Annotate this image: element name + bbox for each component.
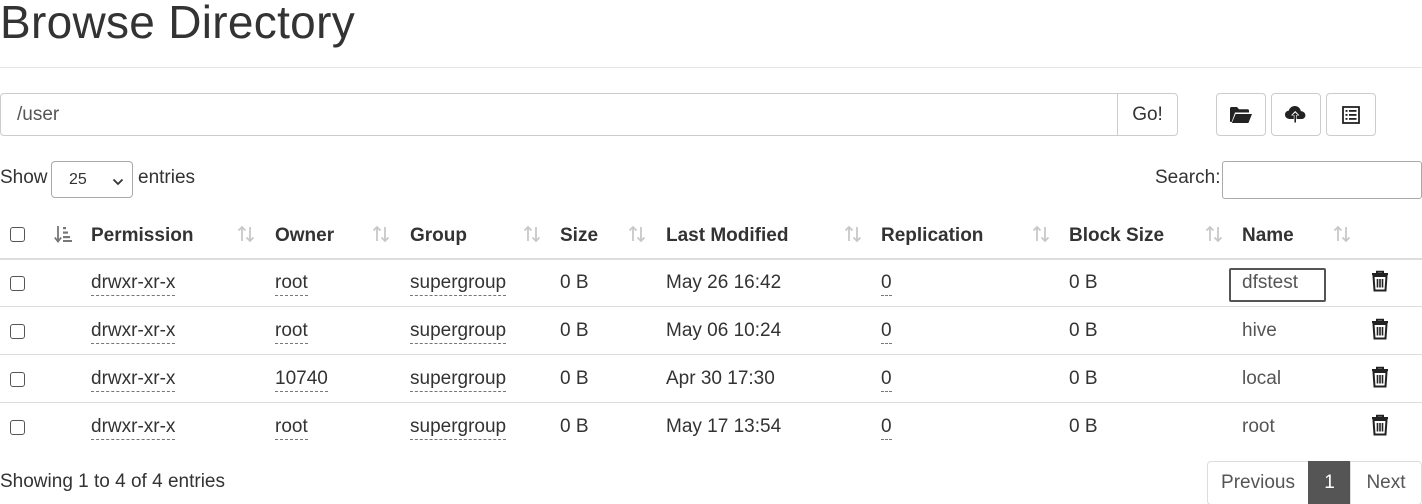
sort-both-icon[interactable] <box>627 224 647 249</box>
sort-both-icon[interactable] <box>843 224 863 249</box>
sort-both-icon[interactable] <box>1332 224 1352 249</box>
size-cell: 0 B <box>560 320 589 341</box>
permission-cell[interactable]: drwxr-xr-x <box>91 367 176 392</box>
page-title: Browse Directory <box>0 0 355 48</box>
chevron-down-icon <box>112 174 124 192</box>
trash-icon[interactable] <box>1370 365 1390 394</box>
owner-cell[interactable]: root <box>275 271 308 296</box>
name-link[interactable]: local <box>1242 367 1281 391</box>
name-link[interactable]: dfstest <box>1242 271 1298 295</box>
previous-page-button[interactable]: Previous <box>1207 461 1309 504</box>
cloud-upload-icon <box>1284 105 1308 125</box>
column-header-block-size[interactable]: Block Size <box>1069 224 1164 248</box>
cut-paste-button[interactable] <box>1326 93 1376 136</box>
directory-path-input[interactable] <box>0 93 1118 136</box>
row-checkbox[interactable] <box>10 420 25 435</box>
size-cell: 0 B <box>560 272 589 293</box>
title-divider <box>0 67 1422 68</box>
sort-both-icon[interactable] <box>1204 224 1224 249</box>
row-checkbox[interactable] <box>10 372 25 387</box>
permission-cell[interactable]: drwxr-xr-x <box>91 319 176 344</box>
last-modified-cell: May 26 16:42 <box>666 272 782 293</box>
entries-per-page-select[interactable]: 25 <box>51 161 133 198</box>
name-link[interactable]: root <box>1242 415 1275 439</box>
size-cell: 0 B <box>560 416 589 437</box>
row-checkbox[interactable] <box>10 276 25 291</box>
group-cell[interactable]: supergroup <box>410 319 507 344</box>
page-1-button[interactable]: 1 <box>1308 461 1351 504</box>
column-header-last-modified[interactable]: Last Modified <box>666 224 788 248</box>
sort-ascending-icon[interactable] <box>53 224 73 249</box>
replication-cell[interactable]: 0 <box>881 367 892 392</box>
search-label: Search: <box>1155 167 1221 188</box>
upload-button[interactable] <box>1271 93 1321 136</box>
row-checkbox[interactable] <box>10 324 25 339</box>
block-size-cell: 0 B <box>1069 368 1098 389</box>
permission-cell[interactable]: drwxr-xr-x <box>91 271 176 296</box>
sort-both-icon[interactable] <box>1031 224 1051 249</box>
column-header-replication[interactable]: Replication <box>881 224 983 248</box>
go-button[interactable]: Go! <box>1117 93 1178 136</box>
table-info: Showing 1 to 4 of 4 entries <box>0 471 225 492</box>
table-row: drwxr-xr-x 10740 supergroup 0 B Apr 30 1… <box>0 355 1422 403</box>
owner-cell[interactable]: root <box>275 319 308 344</box>
group-cell[interactable]: supergroup <box>410 415 507 440</box>
size-cell: 0 B <box>560 368 589 389</box>
table-row: drwxr-xr-x root supergroup 0 B May 17 13… <box>0 403 1422 451</box>
column-header-group[interactable]: Group <box>410 224 467 248</box>
list-icon <box>1341 105 1361 125</box>
select-all-checkbox[interactable] <box>10 227 25 242</box>
last-modified-cell: Apr 30 17:30 <box>666 368 775 389</box>
create-directory-button[interactable] <box>1216 93 1266 136</box>
search-input[interactable] <box>1222 161 1422 199</box>
name-link[interactable]: hive <box>1242 319 1277 343</box>
group-cell[interactable]: supergroup <box>410 367 507 392</box>
entries-label: entries <box>138 167 196 188</box>
owner-cell[interactable]: 10740 <box>275 367 328 392</box>
block-size-cell: 0 B <box>1069 320 1098 341</box>
sort-both-icon[interactable] <box>236 224 256 249</box>
trash-icon[interactable] <box>1370 317 1390 346</box>
permission-cell[interactable]: drwxr-xr-x <box>91 415 176 440</box>
replication-cell[interactable]: 0 <box>881 271 892 296</box>
column-header-name[interactable]: Name <box>1242 224 1294 248</box>
replication-cell[interactable]: 0 <box>881 415 892 440</box>
entries-per-page-value: 25 <box>69 170 87 188</box>
block-size-cell: 0 B <box>1069 272 1098 293</box>
trash-icon[interactable] <box>1370 413 1390 442</box>
last-modified-cell: May 17 13:54 <box>666 416 782 437</box>
column-header-permission[interactable]: Permission <box>91 224 193 248</box>
block-size-cell: 0 B <box>1069 416 1098 437</box>
table-row: drwxr-xr-x root supergroup 0 B May 26 16… <box>0 259 1422 307</box>
group-cell[interactable]: supergroup <box>410 271 507 296</box>
last-modified-cell: May 06 10:24 <box>666 320 782 341</box>
folder-open-icon <box>1229 105 1253 125</box>
owner-cell[interactable]: root <box>275 415 308 440</box>
trash-icon[interactable] <box>1370 269 1390 298</box>
sort-both-icon[interactable] <box>522 224 542 249</box>
sort-both-icon[interactable] <box>371 224 391 249</box>
table-row: drwxr-xr-x root supergroup 0 B May 06 10… <box>0 307 1422 355</box>
replication-cell[interactable]: 0 <box>881 319 892 344</box>
column-header-owner[interactable]: Owner <box>275 224 334 248</box>
column-header-size[interactable]: Size <box>560 224 598 248</box>
show-label: Show <box>0 167 48 188</box>
next-page-button[interactable]: Next <box>1350 461 1422 504</box>
